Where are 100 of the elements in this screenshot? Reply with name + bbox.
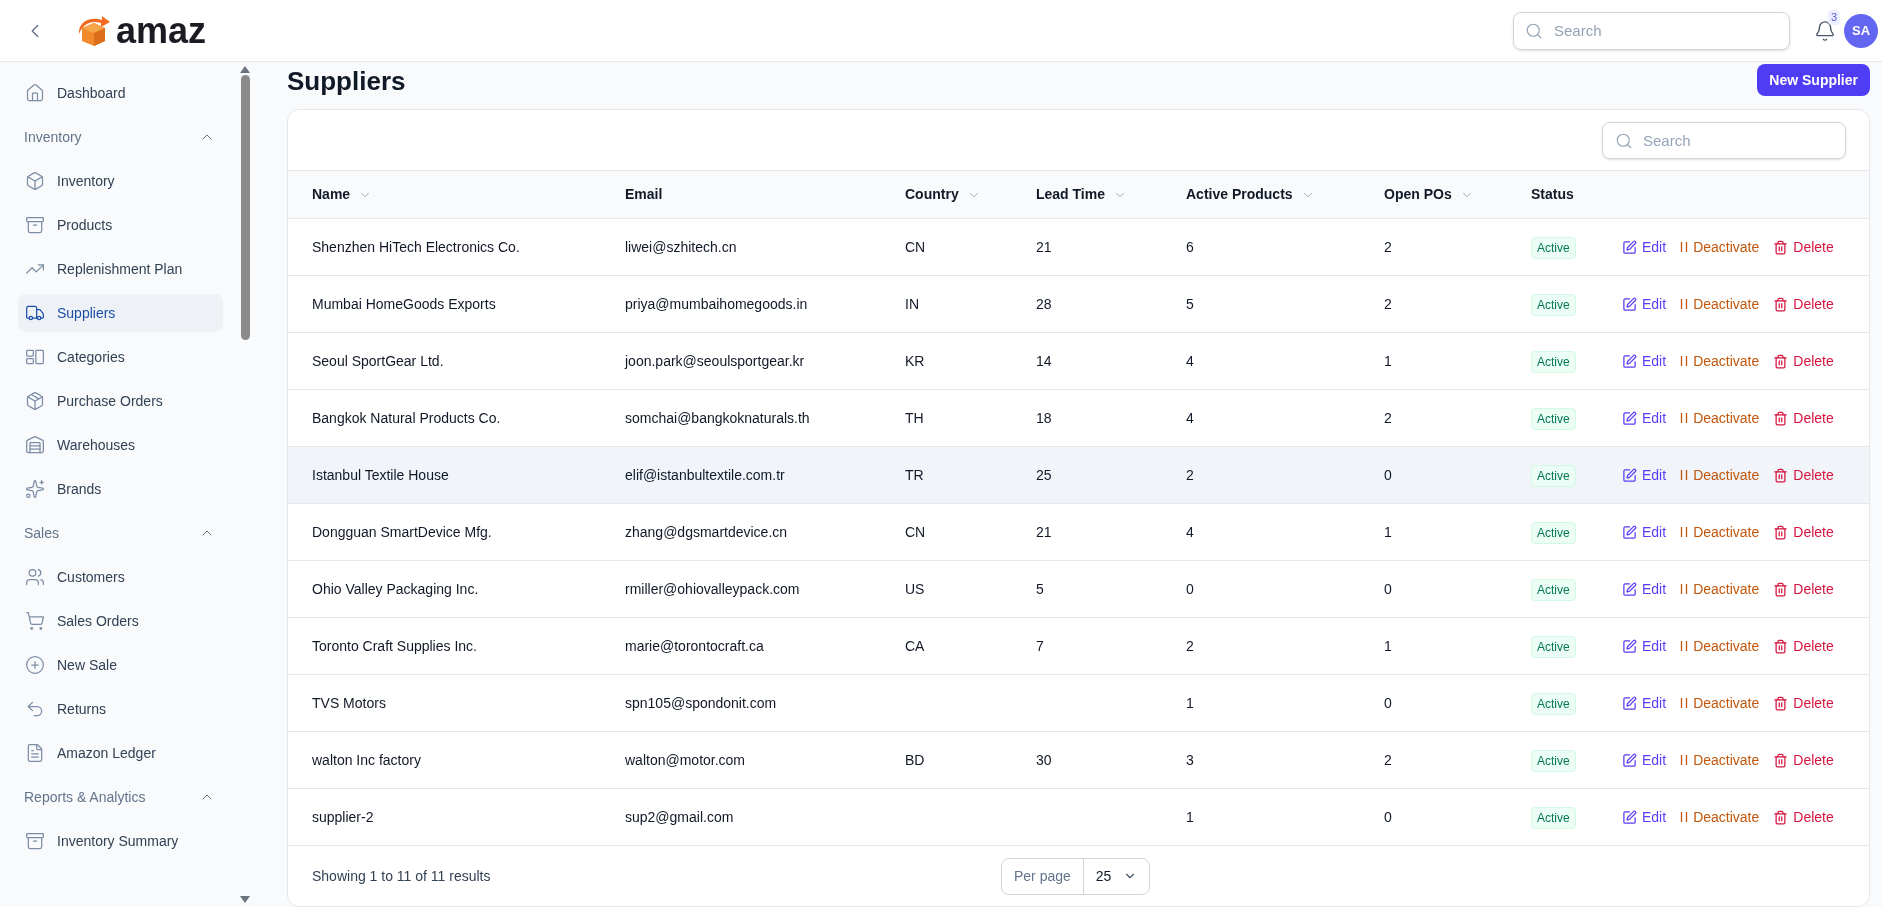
deactivate-button[interactable]: Deactivate [1680,407,1760,429]
table-cell: 21 [1036,523,1052,540]
table-cell: 0 [1384,808,1392,825]
column-header[interactable]: Open POs [1384,184,1474,205]
sidebar-section-header[interactable]: Inventory [18,118,223,156]
plus-circle-icon [25,655,45,675]
pause-icon [1680,697,1689,709]
column-header[interactable]: Lead Time [1036,184,1127,205]
sidebar-item[interactable]: Brands [18,470,223,508]
edit-icon [1622,524,1637,540]
search-field[interactable]: Search [1513,11,1790,50]
delete-button[interactable]: Delete [1773,293,1834,315]
deactivate-button[interactable]: Deactivate [1680,635,1760,657]
edit-button[interactable]: Edit [1622,407,1667,429]
delete-button[interactable]: Delete [1773,407,1834,429]
trash-icon [1773,581,1789,597]
delete-button[interactable]: Delete [1773,464,1834,486]
column-header: Status [1531,185,1574,204]
sidebar-item[interactable]: Suppliers [18,294,223,332]
deactivate-button[interactable]: Deactivate [1680,293,1760,315]
table-cell: 6 [1186,238,1194,255]
edit-icon [1622,239,1637,255]
scrollbar-thumb[interactable] [240,75,250,340]
sidebar-item[interactable]: Returns [18,690,223,728]
page-title: Suppliers [287,65,406,98]
edit-button[interactable]: Edit [1622,692,1667,714]
edit-button[interactable]: Edit [1622,521,1667,543]
deactivate-button[interactable]: Deactivate [1680,521,1760,543]
sidebar-item[interactable]: Warehouses [18,426,223,464]
delete-button[interactable]: Delete [1773,350,1834,372]
undo-arrow-icon [25,699,45,719]
deactivate-button[interactable]: Deactivate [1680,350,1760,372]
delete-button[interactable]: Delete [1773,236,1834,258]
sidebar-section-header[interactable]: Sales [18,514,223,552]
delete-button[interactable]: Delete [1773,578,1834,600]
edit-button[interactable]: Edit [1622,350,1667,372]
table-cell: Seoul SportGear Ltd. [312,352,444,369]
delete-button[interactable]: Delete [1773,806,1834,828]
column-header[interactable]: Active Products [1186,184,1315,205]
edit-button[interactable]: Edit [1622,293,1667,315]
scroll-up-icon[interactable] [240,66,250,73]
table-search-field[interactable]: Search [1602,121,1846,159]
new-supplier-button[interactable]: New Supplier [1757,64,1870,96]
pause-icon [1680,241,1689,253]
edit-button[interactable]: Edit [1622,578,1667,600]
delete-button[interactable]: Delete [1773,635,1834,657]
table-cell: 2 [1186,466,1194,483]
sidebar-item[interactable]: Categories [18,338,223,376]
table-cell: 25 [1036,466,1052,483]
table-cell: 2 [1384,295,1392,312]
scroll-down-icon[interactable] [240,896,250,903]
deactivate-button[interactable]: Deactivate [1680,806,1760,828]
bell-icon[interactable] [1814,19,1836,42]
per-page-select[interactable]: 25 [1083,865,1150,887]
table-cell: zhang@dgsmartdevice.cn [625,523,788,540]
deactivate-button[interactable]: Deactivate [1680,749,1760,771]
home-icon [25,83,45,103]
edit-button[interactable]: Edit [1622,236,1667,258]
deactivate-button[interactable]: Deactivate [1680,236,1760,258]
sidebar-item[interactable]: Inventory [18,162,223,200]
pause-icon [1680,526,1689,538]
edit-button[interactable]: Edit [1622,806,1667,828]
table-cell: 30 [1036,751,1052,768]
user-avatar[interactable]: SA [1844,13,1878,48]
table-cell: 2 [1384,751,1392,768]
delete-button[interactable]: Delete [1773,749,1834,771]
edit-icon [1622,752,1637,768]
pause-icon [1680,469,1689,481]
status-badge: Active [1531,693,1576,715]
sidebar-item[interactable]: New Sale [18,646,223,684]
deactivate-button[interactable]: Deactivate [1680,692,1760,714]
sidebar-item[interactable]: Products [18,206,223,244]
edit-icon [1622,581,1637,597]
sidebar-section-header[interactable]: Reports & Analytics [18,778,223,816]
per-page-control[interactable]: Per page 25 [1001,857,1151,895]
column-header[interactable]: Country [905,184,981,205]
sidebar-item[interactable]: Sales Orders [18,602,223,640]
delete-button[interactable]: Delete [1773,692,1834,714]
table-cell: 4 [1186,409,1194,426]
sidebar-item[interactable]: Dashboard [18,74,223,112]
delete-button[interactable]: Delete [1773,521,1834,543]
deactivate-button[interactable]: Deactivate [1680,578,1760,600]
table-cell: 0 [1384,466,1392,483]
sidebar-item[interactable]: Inventory Summary [18,822,223,860]
table-row[interactable]: Istanbul Textile House elif@istanbultextile.com.tr TR 25 2 0 Active Edit Deactivate Delete [288,447,1869,504]
table-cell: Dongguan SmartDevice Mfg. [312,523,492,540]
table-cell: 2 [1384,238,1392,255]
sidebar-item[interactable]: Amazon Ledger [18,734,223,772]
edit-button[interactable]: Edit [1622,635,1667,657]
deactivate-button[interactable]: Deactivate [1680,464,1760,486]
edit-button[interactable]: Edit [1622,464,1667,486]
sidebar-item[interactable]: Replenishment Plan [18,250,223,288]
sidebar-item[interactable]: Customers [18,558,223,596]
people-icon [25,567,45,587]
sidebar-item[interactable]: Purchase Orders [18,382,223,420]
table-cell: walton Inc factory [312,751,421,768]
table-cell: elif@istanbultextile.com.tr [625,466,785,483]
table-cell: CN [905,238,926,255]
edit-button[interactable]: Edit [1622,749,1667,771]
column-header[interactable]: Name [312,184,373,205]
